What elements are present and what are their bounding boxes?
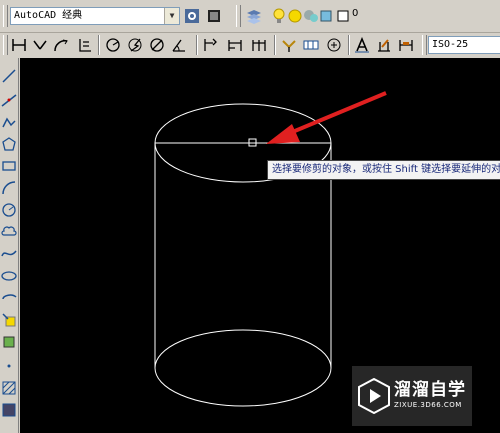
spline-icon[interactable]: [1, 246, 17, 262]
chevron-down-icon[interactable]: ▼: [164, 8, 179, 24]
polygon-icon[interactable]: [1, 136, 17, 152]
make-block-icon[interactable]: [1, 334, 17, 350]
arc-length-icon[interactable]: [52, 36, 70, 54]
polyline-icon[interactable]: [1, 114, 17, 130]
quick-dim-icon[interactable]: [202, 36, 220, 54]
line-icon[interactable]: [1, 68, 17, 84]
watermark-title: 溜溜自学: [394, 380, 466, 400]
workspace-select[interactable]: AutoCAD 经典 ▼: [10, 7, 180, 25]
toolbar-grip[interactable]: [236, 5, 241, 27]
watermark-subtitle: ZIXUE.3D66.COM: [394, 401, 462, 409]
toolbar-separator: [348, 35, 349, 55]
toolbar-separator: [196, 35, 197, 55]
aligned-dim-icon[interactable]: [31, 36, 49, 54]
circle-icon[interactable]: [1, 202, 17, 218]
ellipse-arc-icon[interactable]: [1, 290, 17, 306]
rectangle-icon[interactable]: [1, 158, 17, 174]
command-tooltip: 选择要修剪的对象，或按住 Shift 键选择要延伸的对象: [267, 160, 500, 180]
center-mark-icon[interactable]: [325, 36, 343, 54]
watermark: 溜溜自学 ZIXUE.3D66.COM: [352, 366, 472, 426]
customize-icon[interactable]: [205, 7, 223, 25]
toolbar-separator: [274, 35, 275, 55]
insert-block-icon[interactable]: [1, 312, 17, 328]
draw-toolbar: [0, 58, 19, 433]
radius-dim-icon[interactable]: [104, 36, 122, 54]
linear-dim-icon[interactable]: [10, 36, 28, 54]
red-arrow-annotation: [266, 91, 387, 144]
dimstyle-select[interactable]: ISO-25: [428, 36, 500, 54]
workspace-settings-icon[interactable]: [183, 7, 201, 25]
diameter-dim-icon[interactable]: [148, 36, 166, 54]
angular-dim-icon[interactable]: [170, 36, 188, 54]
workspace-select-value: AutoCAD 经典: [14, 10, 83, 21]
layer-manager-icon[interactable]: [245, 7, 263, 25]
toolbar-grip[interactable]: [3, 35, 8, 55]
point-icon[interactable]: [1, 358, 17, 374]
baseline-dim-icon[interactable]: [226, 36, 244, 54]
toolbar-grip[interactable]: [3, 5, 8, 27]
toolbar-separator: [98, 35, 99, 55]
quick-leader-icon[interactable]: [280, 36, 298, 54]
ellipse-icon[interactable]: [1, 268, 17, 284]
color-swatch-icon[interactable]: [334, 7, 352, 25]
toolbar-grip[interactable]: [422, 35, 427, 55]
jogged-dim-icon[interactable]: [126, 36, 144, 54]
arc-icon[interactable]: [1, 180, 17, 196]
ordinate-dim-icon[interactable]: [76, 36, 94, 54]
watermark-logo-icon: [358, 378, 390, 414]
cylinder-bottom-ellipse[interactable]: [154, 329, 332, 407]
dim-text-edit-icon[interactable]: [375, 36, 393, 54]
dimension-toolbar: ISO-25: [0, 33, 500, 57]
dim-update-icon[interactable]: [397, 36, 415, 54]
dimstyle-select-value: ISO-25: [432, 39, 469, 50]
construction-line-icon[interactable]: [1, 92, 17, 108]
gradient-icon[interactable]: [1, 402, 17, 418]
tolerance-icon[interactable]: [302, 36, 320, 54]
dim-edit-icon[interactable]: [353, 36, 371, 54]
workspace-toolbar: AutoCAD 经典 ▼ 0: [0, 0, 500, 33]
layer-name[interactable]: 0: [352, 8, 358, 19]
continue-dim-icon[interactable]: [250, 36, 268, 54]
hatch-icon[interactable]: [1, 380, 17, 396]
revision-cloud-icon[interactable]: [1, 224, 17, 240]
